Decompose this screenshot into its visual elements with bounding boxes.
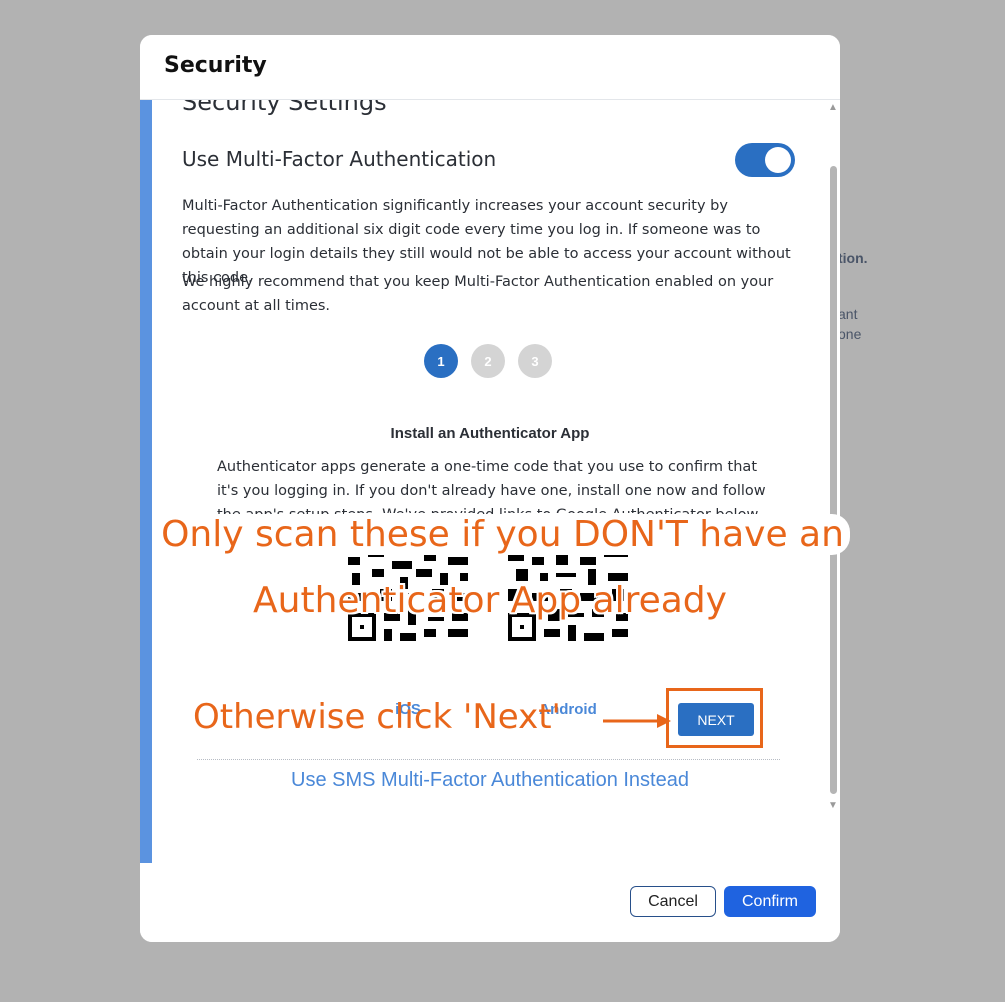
step-1: 1	[424, 344, 458, 378]
scroll-down-icon[interactable]: ▼	[828, 800, 838, 811]
modal-footer: Cancel Confirm	[140, 863, 840, 942]
next-highlight-box	[666, 688, 763, 748]
background-text: tion.	[838, 250, 868, 266]
scroll-up-icon[interactable]: ▲	[828, 102, 838, 113]
security-settings-panel: Security Settings Use Multi-Factor Authe…	[152, 100, 828, 863]
arrow-right-icon	[603, 714, 671, 728]
mfa-label: Use Multi-Factor Authentication	[182, 147, 497, 171]
toggle-knob	[765, 147, 791, 173]
scroll-thumb[interactable]	[830, 166, 837, 794]
mfa-toggle[interactable]	[735, 143, 795, 177]
security-modal: Security Security Settings Use Multi-Fac…	[140, 35, 840, 942]
modal-title: Security	[164, 53, 267, 78]
section-title: Security Settings	[182, 100, 387, 116]
step-3: 3	[518, 344, 552, 378]
step-2: 2	[471, 344, 505, 378]
annotation-line-2: Authenticator App already	[253, 580, 727, 621]
step-indicator: 1 2 3	[424, 344, 554, 380]
annotation-line-1: Only scan these if you DON'T have an	[0, 514, 1005, 555]
cancel-button[interactable]: Cancel	[630, 886, 716, 917]
sms-mfa-link[interactable]: Use SMS Multi-Factor Authentication Inst…	[152, 769, 828, 792]
background-text: ant	[838, 306, 858, 322]
mfa-recommendation: We highly recommend that you keep Multi-…	[182, 274, 774, 314]
step-title: Install an Authenticator App	[390, 425, 590, 442]
confirm-button[interactable]: Confirm	[724, 886, 816, 917]
annotation-line-3: Otherwise click 'Next'	[193, 697, 561, 737]
accent-bar	[140, 100, 152, 863]
modal-header: Security	[140, 35, 840, 100]
divider	[197, 759, 780, 760]
scrollbar[interactable]: ▲ ▼	[826, 100, 840, 814]
background-text: one	[838, 326, 862, 342]
annotation-text: Only scan these if you DON'T have an	[155, 514, 850, 555]
